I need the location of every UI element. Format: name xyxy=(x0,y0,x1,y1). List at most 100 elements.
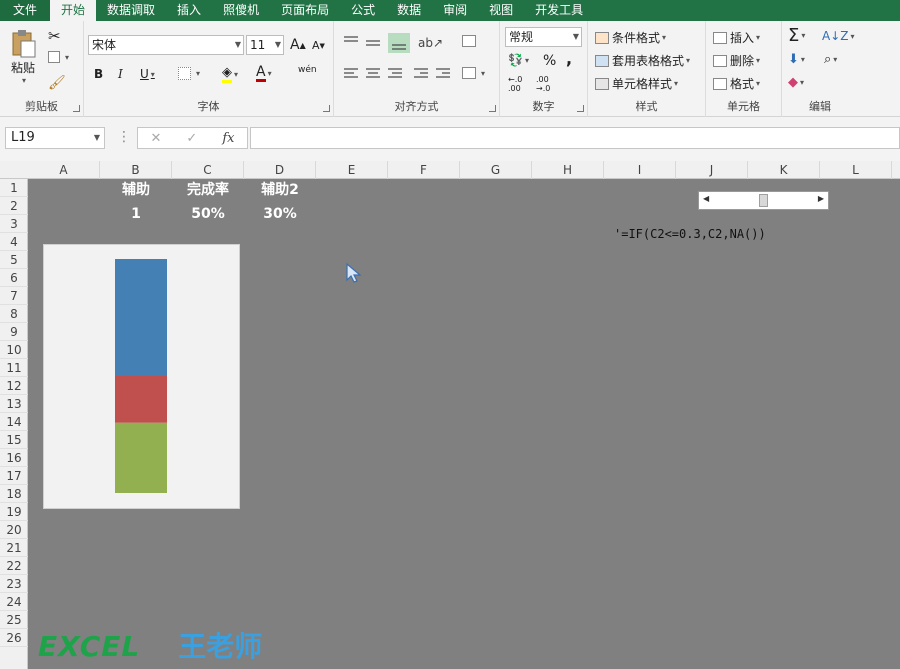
cell-b1[interactable]: 辅助 xyxy=(100,181,172,199)
tab-6[interactable]: 公式 xyxy=(340,0,386,21)
decrease-decimal-button[interactable]: .00 →.0 xyxy=(536,75,550,93)
more-icon[interactable]: ⋮ xyxy=(117,129,131,145)
borders-button[interactable]: ▾ xyxy=(178,67,200,80)
row-header-10[interactable]: 10 xyxy=(0,341,28,359)
shrink-font-button[interactable]: A ▼ xyxy=(312,39,325,52)
insert-function-icon[interactable]: fx xyxy=(222,131,234,146)
column-header-h[interactable]: H xyxy=(532,161,604,179)
column-header-b[interactable]: B xyxy=(100,161,172,179)
grow-font-button[interactable]: A ▲ xyxy=(290,37,306,53)
cell-styles-button[interactable]: 单元格样式 ▾ xyxy=(595,75,678,92)
row-header-16[interactable]: 16 xyxy=(0,449,28,467)
row-header-7[interactable]: 7 xyxy=(0,287,28,305)
worksheet-grid[interactable]: 辅助 完成率 辅助2 1 50% 30% '=IF(C2<=0.3,C2,NA(… xyxy=(28,179,900,669)
paste-button[interactable]: 粘贴 ▾ xyxy=(9,29,37,85)
column-header-d[interactable]: D xyxy=(244,161,316,179)
row-header-2[interactable]: 2 xyxy=(0,197,28,215)
percent-button[interactable]: % xyxy=(543,53,556,69)
dialog-launcher-icon[interactable] xyxy=(489,105,496,112)
font-size-select[interactable]: 11 ▼ xyxy=(246,35,284,55)
formula-input[interactable] xyxy=(250,127,900,149)
conditional-format-button[interactable]: 条件格式 ▾ xyxy=(595,29,666,46)
row-header-4[interactable]: 4 xyxy=(0,233,28,251)
tab-3[interactable]: 插入 xyxy=(166,0,212,21)
row-header-23[interactable]: 23 xyxy=(0,575,28,593)
tab-4[interactable]: 照傻机 xyxy=(212,0,270,21)
row-header-21[interactable]: 21 xyxy=(0,539,28,557)
row-header-20[interactable]: 20 xyxy=(0,521,28,539)
row-header-9[interactable]: 9 xyxy=(0,323,28,341)
chart-bar-segment-1[interactable] xyxy=(115,376,167,423)
clear-button[interactable]: ◆ ▾ xyxy=(788,75,804,90)
stacked-bar-chart[interactable] xyxy=(43,244,240,509)
phonetic-button[interactable]: wén xyxy=(298,65,317,75)
column-header-i[interactable]: I xyxy=(604,161,676,179)
column-header-g[interactable]: G xyxy=(460,161,532,179)
cut-button[interactable]: ✂ xyxy=(48,27,61,45)
row-header-1[interactable]: 1 xyxy=(0,179,28,197)
scroll-thumb[interactable] xyxy=(759,194,768,207)
scroll-right-icon[interactable]: ▶ xyxy=(818,194,824,203)
row-header-12[interactable]: 12 xyxy=(0,377,28,395)
row-header-3[interactable]: 3 xyxy=(0,215,28,233)
row-header-6[interactable]: 6 xyxy=(0,269,28,287)
row-header-26[interactable]: 26 xyxy=(0,629,28,647)
italic-button[interactable]: I xyxy=(118,67,123,81)
column-header-c[interactable]: C xyxy=(172,161,244,179)
row-header-18[interactable]: 18 xyxy=(0,485,28,503)
column-header-l[interactable]: L xyxy=(820,161,892,179)
merge-center-button[interactable]: ▾ xyxy=(462,67,485,79)
tab-9[interactable]: 视图 xyxy=(478,0,524,21)
format-as-table-button[interactable]: 套用表格格式 ▾ xyxy=(595,52,690,69)
cell-b2[interactable]: 1 xyxy=(100,205,172,223)
font-name-select[interactable]: 宋体 ▼ xyxy=(88,35,244,55)
column-header-k[interactable]: K xyxy=(748,161,820,179)
tab-10[interactable]: 开发工具 xyxy=(524,0,594,21)
tab-5[interactable]: 页面布局 xyxy=(270,0,340,21)
column-header-e[interactable]: E xyxy=(316,161,388,179)
tab-0[interactable]: 文件 xyxy=(0,0,51,21)
row-header-14[interactable]: 14 xyxy=(0,413,28,431)
dialog-launcher-icon[interactable] xyxy=(323,105,330,112)
column-header-a[interactable]: A xyxy=(28,161,100,179)
insert-cells-button[interactable]: 插入 ▾ xyxy=(713,29,760,46)
row-header-11[interactable]: 11 xyxy=(0,359,28,377)
underline-button[interactable]: U ▾ xyxy=(140,67,155,81)
row-header-22[interactable]: 22 xyxy=(0,557,28,575)
accounting-format-button[interactable]: 💱 ▾ xyxy=(508,53,529,67)
row-header-8[interactable]: 8 xyxy=(0,305,28,323)
enter-icon[interactable]: ✓ xyxy=(186,131,197,146)
increase-decimal-button[interactable]: ←.0.00 xyxy=(508,75,522,93)
chart-bar-segment-2[interactable] xyxy=(115,422,167,493)
scroll-left-icon[interactable]: ◀ xyxy=(703,194,709,203)
number-format-select[interactable]: 常规 ▼ xyxy=(505,27,582,47)
tab-2[interactable]: 数据调取 xyxy=(96,0,166,21)
fill-color-button[interactable]: ◈ ▾ xyxy=(222,65,238,83)
chart-bar-segment-0[interactable] xyxy=(115,259,167,376)
copy-button[interactable]: ▾ xyxy=(48,51,69,63)
form-scrollbar-control[interactable]: ◀ ▶ xyxy=(698,191,829,210)
row-header-17[interactable]: 17 xyxy=(0,467,28,485)
tab-7[interactable]: 数据 xyxy=(386,0,432,21)
autosum-button[interactable]: Σ ▾ xyxy=(788,25,805,46)
comma-button[interactable]: , xyxy=(566,49,572,68)
bold-button[interactable]: B xyxy=(94,67,103,81)
row-header-25[interactable]: 25 xyxy=(0,611,28,629)
delete-cells-button[interactable]: 删除 ▾ xyxy=(713,52,760,69)
tab-8[interactable]: 审阅 xyxy=(432,0,478,21)
font-color-button[interactable]: A ▾ xyxy=(256,65,272,82)
dialog-launcher-icon[interactable] xyxy=(577,105,584,112)
dialog-launcher-icon[interactable] xyxy=(73,105,80,112)
sort-filter-button[interactable]: A↓Z ▾ xyxy=(822,29,855,43)
fill-button[interactable]: ⬇ ▾ xyxy=(788,52,805,67)
cell-d1[interactable]: 辅助2 xyxy=(244,181,316,199)
row-header-19[interactable]: 19 xyxy=(0,503,28,521)
format-cells-button[interactable]: 格式 ▾ xyxy=(713,75,760,92)
name-box[interactable]: L19 ▼ xyxy=(5,127,105,149)
row-header-15[interactable]: 15 xyxy=(0,431,28,449)
format-painter-button[interactable]: 🖌 xyxy=(48,75,66,91)
row-header-13[interactable]: 13 xyxy=(0,395,28,413)
cell-c1[interactable]: 完成率 xyxy=(172,181,244,199)
find-select-button[interactable]: ⌕ ▾ xyxy=(824,52,837,67)
formula-note-text[interactable]: '=IF(C2<=0.3,C2,NA()) xyxy=(614,227,766,241)
